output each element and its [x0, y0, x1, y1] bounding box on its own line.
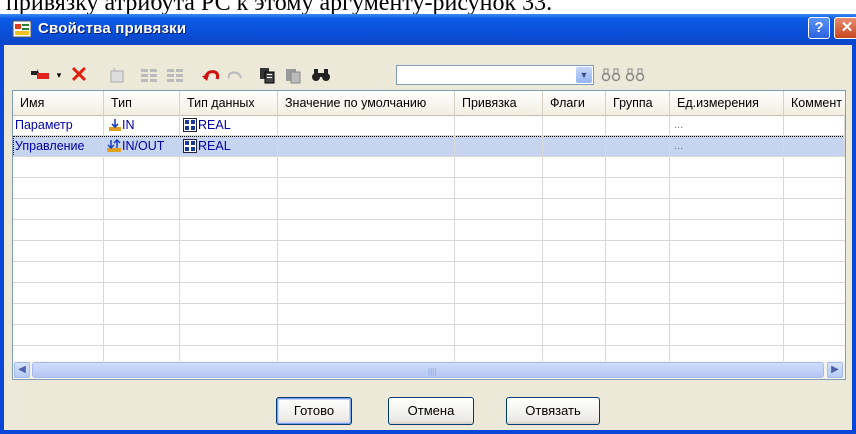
cell-type-label: IN	[122, 118, 135, 132]
cell-group	[606, 136, 670, 157]
inout-arrow-icon	[106, 139, 122, 153]
new-item-icon[interactable]	[28, 64, 52, 86]
cell-name: Параметр	[13, 115, 104, 136]
delete-icon[interactable]: ✕	[68, 64, 90, 86]
cell-comment	[784, 136, 845, 157]
column-header-flags[interactable]: Флаги	[543, 91, 606, 115]
undo-icon[interactable]	[200, 64, 222, 86]
cell-unit[interactable]: ...	[670, 136, 784, 157]
search-combo[interactable]: ▼	[396, 65, 594, 85]
cancel-button[interactable]: Отмена	[388, 397, 474, 425]
cell-comment	[784, 115, 845, 136]
title-bar[interactable]: Свойства привязки ? ✕	[0, 14, 856, 45]
cell-datatype-label: REAL	[198, 139, 231, 153]
cell-datatype: REAL	[180, 115, 278, 136]
table-row[interactable]: Параметр IN REAL ...	[13, 115, 845, 136]
cell-name: Управление	[13, 136, 104, 157]
datatype-icon	[183, 118, 197, 132]
column-header-unit[interactable]: Ед.измерения	[670, 91, 784, 115]
grip-icon: ||||	[428, 367, 436, 376]
ok-button[interactable]: Готово	[276, 397, 352, 425]
new-item-dropdown-icon[interactable]: ▾	[54, 64, 64, 86]
close-button[interactable]: ✕	[834, 17, 856, 39]
column-header-group[interactable]: Группа	[606, 91, 670, 115]
properties-icon[interactable]	[106, 64, 128, 86]
find-previous-icon[interactable]	[624, 64, 646, 86]
scroll-right-icon[interactable]: ▶	[827, 362, 843, 378]
scroll-thumb[interactable]: ||||	[32, 362, 824, 378]
table-header: Имя Тип Тип данных Значение по умолчанию…	[13, 91, 845, 116]
column-header-datatype[interactable]: Тип данных	[180, 91, 278, 115]
cell-group	[606, 115, 670, 136]
cell-binding	[455, 115, 543, 136]
column-header-type[interactable]: Тип	[104, 91, 180, 115]
cell-default	[278, 115, 455, 136]
cell-unit[interactable]: ...	[670, 115, 784, 136]
copy-icon[interactable]	[256, 64, 278, 86]
cell-binding	[455, 136, 543, 157]
help-button[interactable]: ?	[808, 17, 830, 39]
grid-view-icon[interactable]	[138, 64, 160, 86]
scroll-left-icon[interactable]: ◀	[14, 362, 30, 378]
paste-icon[interactable]	[282, 64, 304, 86]
grid-edit-icon[interactable]	[164, 64, 186, 86]
dialog-icon	[12, 20, 32, 38]
horizontal-scrollbar[interactable]: ◀ |||| ▶	[13, 361, 845, 379]
cell-type: IN	[104, 115, 180, 136]
table-row-selected[interactable]: Управление IN/OUT REAL ...	[13, 136, 845, 157]
cell-datatype-label: REAL	[198, 118, 231, 132]
binding-table: Имя Тип Тип данных Значение по умолчанию…	[12, 90, 846, 380]
unbind-button[interactable]: Отвязать	[506, 397, 600, 425]
input-arrow-icon	[108, 118, 122, 132]
binding-properties-dialog: Свойства привязки ? ✕ ▾ ✕ ▼ Имя Тип Тип …	[0, 14, 856, 434]
cell-datatype: REAL	[180, 136, 278, 157]
cell-flags	[543, 115, 606, 136]
empty-rows	[13, 157, 845, 361]
find-next-icon[interactable]	[600, 64, 622, 86]
cell-default	[278, 136, 455, 157]
redo-icon[interactable]	[224, 64, 246, 86]
datatype-icon	[183, 139, 197, 153]
cell-type: IN/OUT	[104, 136, 180, 157]
column-header-default[interactable]: Значение по умолчанию	[278, 91, 455, 115]
find-icon[interactable]	[310, 64, 332, 86]
column-header-binding[interactable]: Привязка	[455, 91, 543, 115]
dialog-title: Свойства привязки	[38, 20, 186, 37]
chevron-down-icon[interactable]: ▼	[576, 67, 592, 83]
cell-flags	[543, 136, 606, 157]
cell-type-label: IN/OUT	[122, 139, 164, 153]
toolbar: ▾ ✕ ▼	[20, 64, 650, 90]
column-header-comment[interactable]: Коммент	[784, 91, 845, 115]
column-header-name[interactable]: Имя	[13, 91, 104, 115]
